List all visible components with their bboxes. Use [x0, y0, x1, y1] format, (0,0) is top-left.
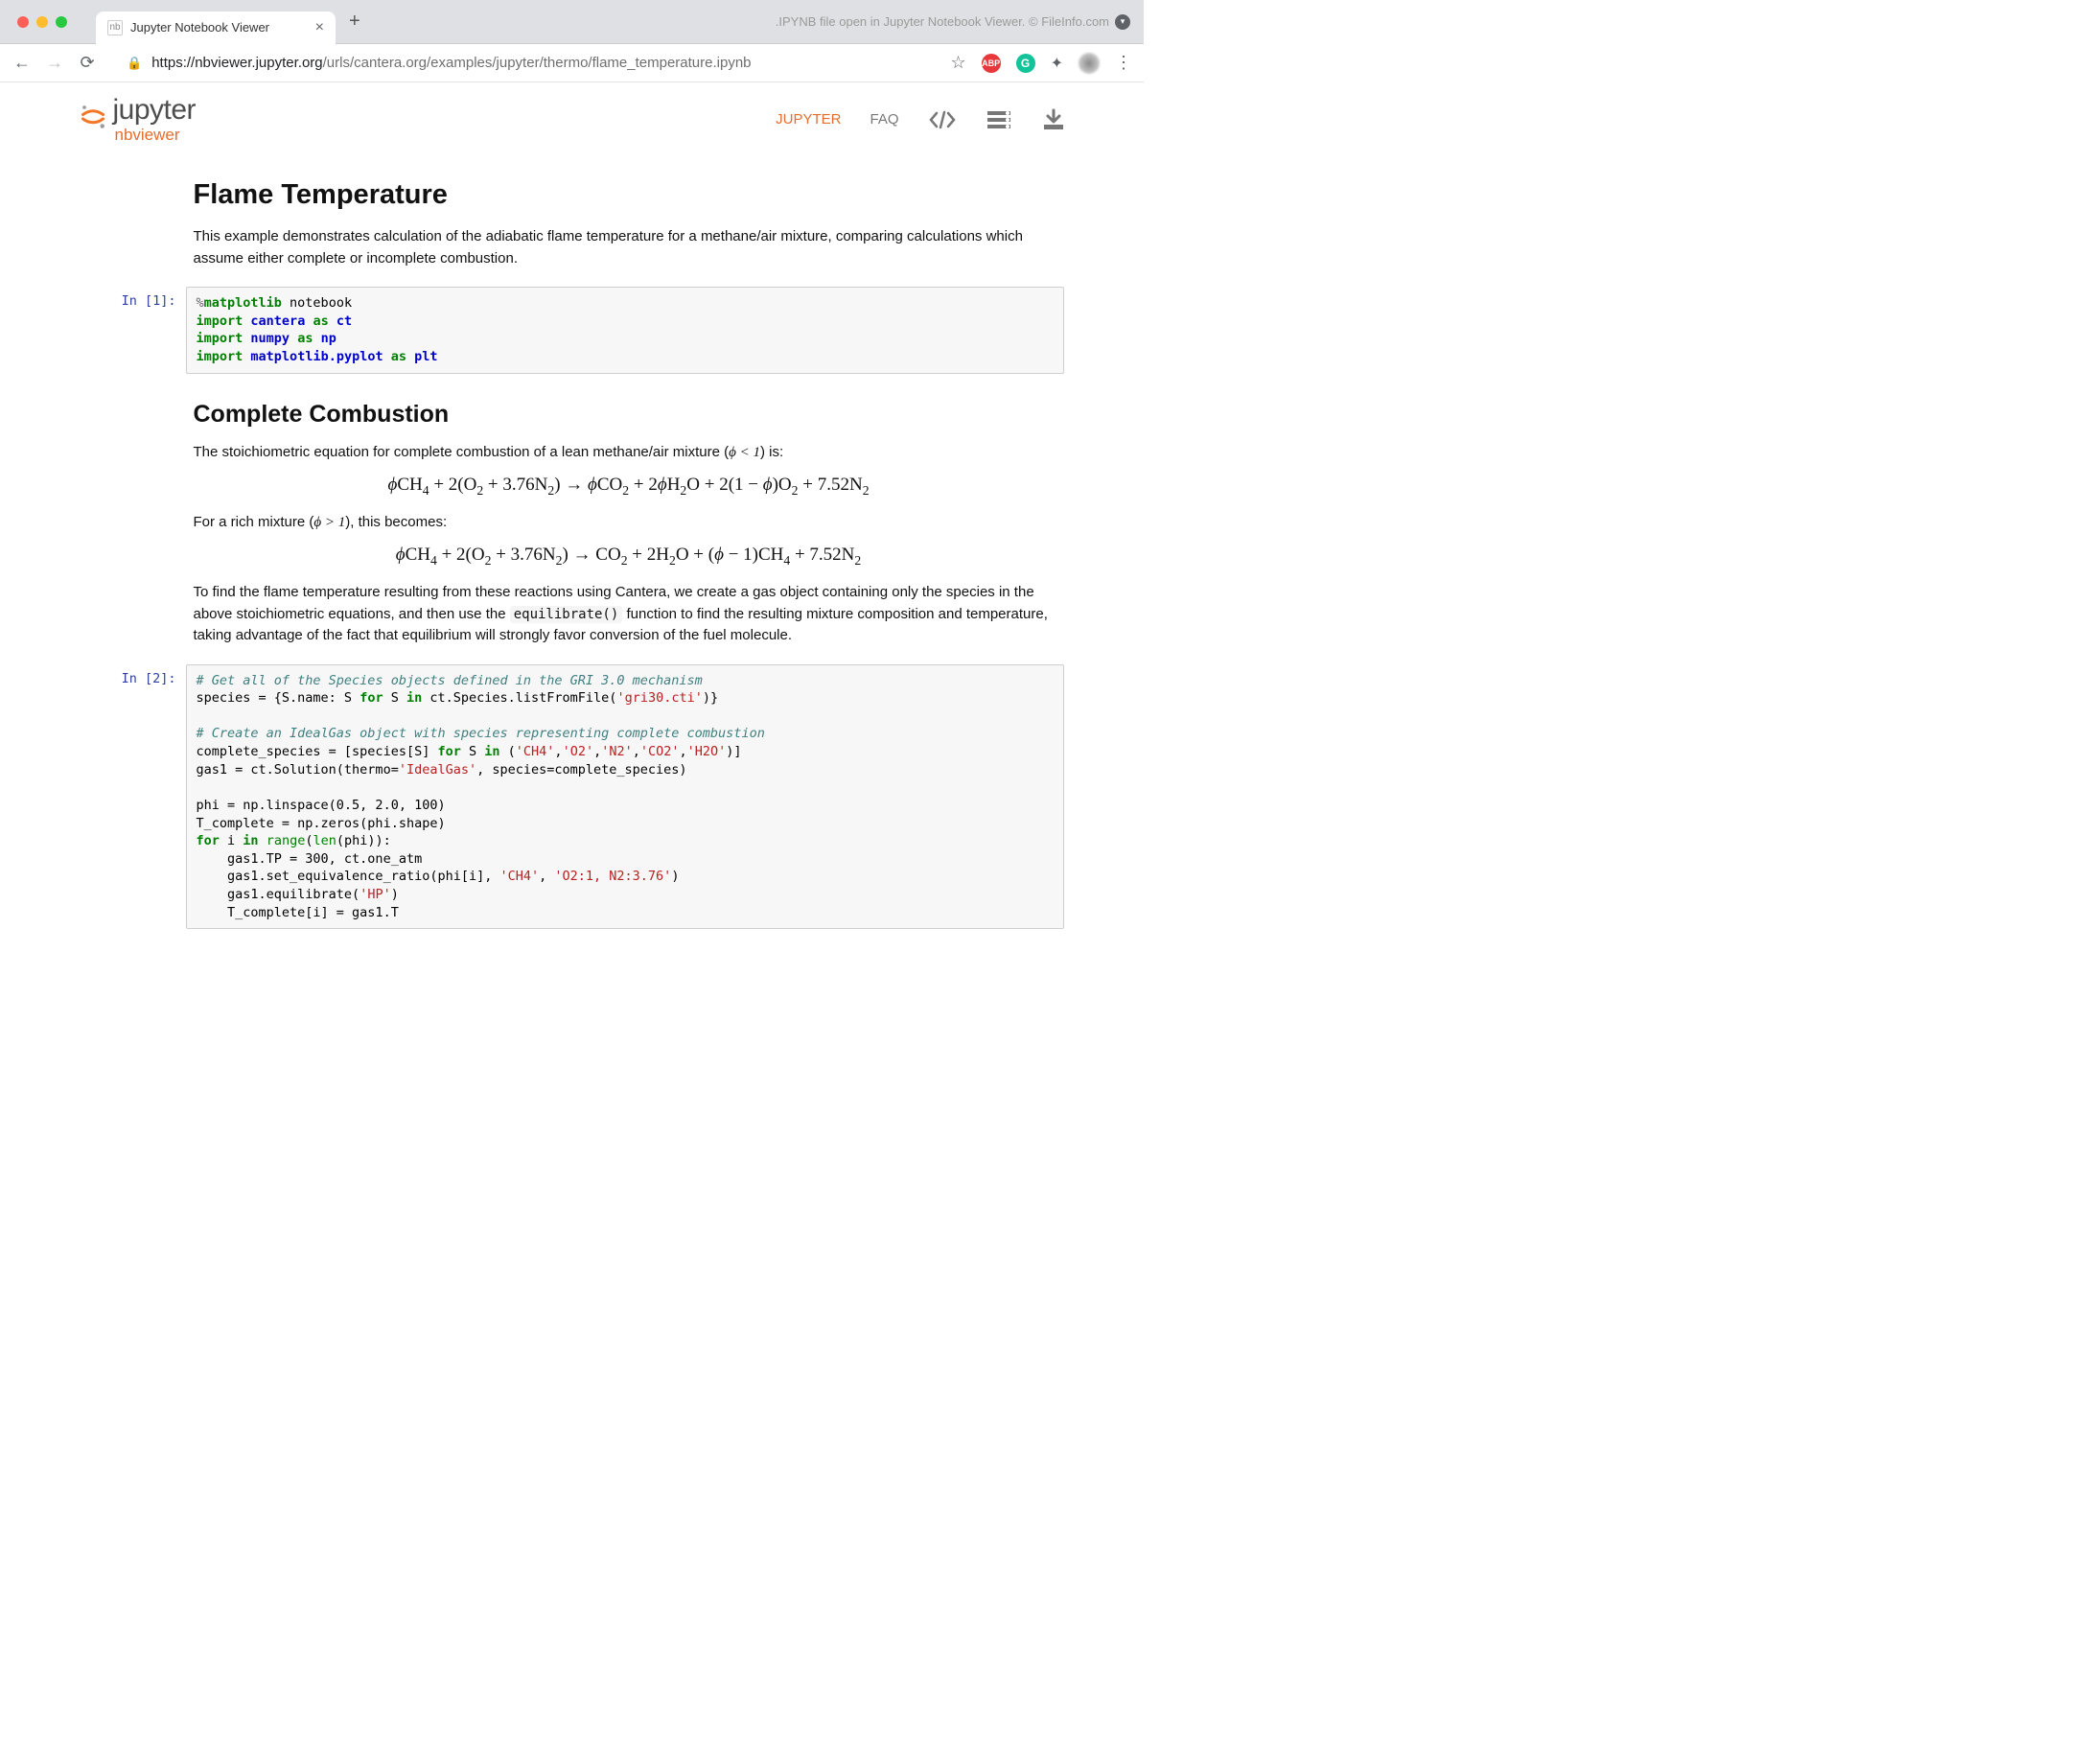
jupyter-logo-icon [79, 102, 107, 130]
minimize-window-button[interactable] [36, 16, 48, 28]
view-source-icon[interactable] [928, 110, 957, 129]
equation-rich: ϕCH4 + 2(O2 + 3.76N2) → CO2 + 2H2O + (ϕ … [194, 545, 1064, 569]
address-bar: ← → ⟳ 🔒 https://nbviewer.jupyter.org/url… [0, 44, 1144, 82]
caption-text: .IPYNB file open in Jupyter Notebook Vie… [776, 14, 1109, 29]
bookmark-star-icon[interactable]: ☆ [950, 53, 965, 73]
logo-text-top: jupyter [113, 96, 197, 125]
url-host: https://nbviewer.jupyter.org [151, 55, 322, 71]
code-input-2[interactable]: # Get all of the Species objects defined… [186, 664, 1064, 930]
nav-link-jupyter[interactable]: JUPYTER [776, 111, 841, 128]
browser-tab-bar: nb Jupyter Notebook Viewer × + .IPYNB fi… [0, 0, 1144, 44]
stoich-lean-paragraph: The stoichiometric equation for complete… [194, 442, 1064, 464]
lock-icon: 🔒 [127, 56, 142, 71]
code-input-1[interactable]: %matplotlib notebook import cantera as c… [186, 287, 1064, 374]
profile-avatar[interactable] [1079, 53, 1100, 74]
grammarly-extension-icon[interactable]: G [1016, 54, 1035, 73]
browser-menu-button[interactable]: ⋮ [1115, 53, 1132, 73]
forward-button[interactable]: → [44, 53, 65, 73]
maximize-window-button[interactable] [56, 16, 67, 28]
input-prompt-2: In [2]: [79, 664, 186, 930]
browser-tab[interactable]: nb Jupyter Notebook Viewer × [96, 12, 336, 44]
code-cell-1: In [1]: %matplotlib notebook import cant… [79, 287, 1064, 374]
new-tab-button[interactable]: + [349, 11, 360, 33]
url-input[interactable]: 🔒 https://nbviewer.jupyter.org/urls/cant… [109, 55, 927, 71]
site-logo[interactable]: jupyter nbviewer [79, 96, 197, 143]
logo-text-bottom: nbviewer [113, 127, 197, 143]
page-title: Flame Temperature [194, 179, 1064, 211]
page-viewport[interactable]: jupyter nbviewer JUPYTER FAQ [0, 82, 1144, 966]
close-tab-button[interactable]: × [315, 19, 324, 36]
inline-code-equilibrate: equilibrate() [510, 606, 623, 623]
window-caption: .IPYNB file open in Jupyter Notebook Vie… [776, 14, 1130, 30]
download-icon[interactable] [1041, 108, 1066, 131]
favicon-icon: nb [107, 20, 123, 35]
caret-down-icon: ▾ [1115, 14, 1130, 30]
back-button[interactable]: ← [12, 53, 33, 73]
close-window-button[interactable] [17, 16, 29, 28]
code-cell-2: In [2]: # Get all of the Species objects… [79, 664, 1064, 930]
equation-lean: ϕCH4 + 2(O2 + 3.76N2) → ϕCO2 + 2ϕH2O + 2… [194, 475, 1064, 499]
explain-paragraph: To find the flame temperature resulting … [194, 582, 1064, 647]
tab-title: Jupyter Notebook Viewer [130, 20, 269, 35]
extensions-icon[interactable]: ✦ [1051, 54, 1063, 73]
input-prompt-1: In [1]: [79, 287, 186, 374]
adblock-extension-icon[interactable]: ABP [982, 54, 1001, 73]
stoich-rich-paragraph: For a rich mixture (ϕ > 1), this becomes… [194, 512, 1064, 534]
section-heading-complete-combustion: Complete Combustion [194, 401, 1064, 429]
reload-button[interactable]: ⟳ [77, 53, 98, 73]
intro-paragraph: This example demonstrates calculation of… [194, 226, 1064, 269]
execute-on-binder-icon[interactable] [986, 109, 1012, 130]
url-path: /urls/cantera.org/examples/jupyter/therm… [323, 55, 752, 71]
nav-link-faq[interactable]: FAQ [870, 111, 898, 128]
window-controls [0, 16, 67, 28]
site-header: jupyter nbviewer JUPYTER FAQ [79, 96, 1066, 152]
